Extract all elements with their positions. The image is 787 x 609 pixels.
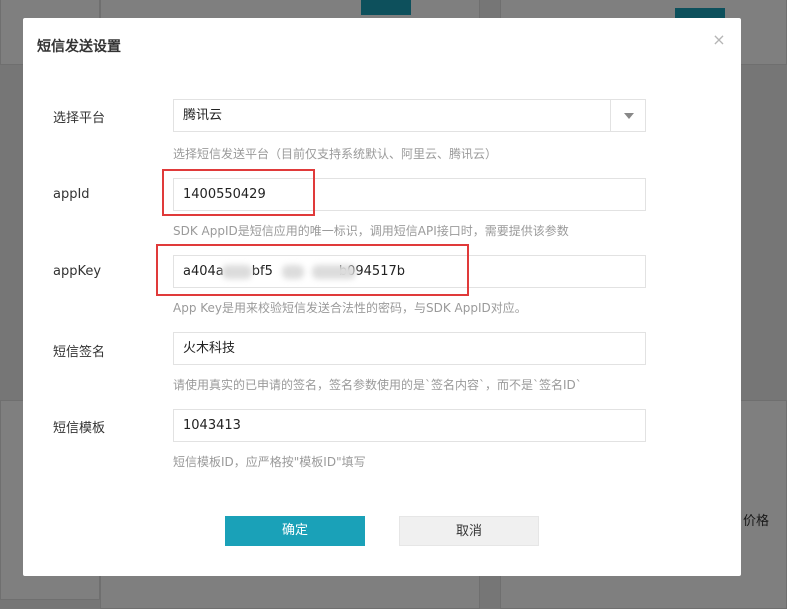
- appid-hint: SDK AppID是短信应用的唯一标识，调用短信API接口时，需要提供该参数: [173, 224, 569, 238]
- confirm-button[interactable]: 确定: [225, 516, 365, 546]
- platform-select-value: 腾讯云: [183, 108, 223, 123]
- platform-select[interactable]: 腾讯云: [173, 99, 646, 132]
- dropdown-toggle[interactable]: [610, 100, 645, 131]
- template-input[interactable]: 1043413: [173, 409, 646, 442]
- cancel-button[interactable]: 取消: [399, 516, 539, 546]
- appid-label: appId: [53, 187, 90, 202]
- template-hint: 短信模板ID，应严格按"模板ID"填写: [173, 455, 366, 469]
- appkey-hint: App Key是用来校验短信发送合法性的密码，与SDK AppID对应。: [173, 301, 527, 315]
- appkey-label: appKey: [53, 264, 102, 279]
- highlight-box: [162, 169, 315, 216]
- sign-value: 火木科技: [183, 341, 236, 356]
- template-label: 短信模板: [53, 421, 106, 436]
- sign-label: 短信签名: [53, 345, 106, 360]
- highlight-box: [156, 244, 469, 296]
- sign-hint: 请使用真实的已申请的签名，签名参数使用的是`签名内容`，而不是`签名ID`: [173, 378, 582, 392]
- sms-settings-dialog: 短信发送设置 × 选择平台 腾讯云 选择短信发送平台（目前仅支持系统默认、阿里云…: [23, 18, 741, 576]
- close-icon[interactable]: ×: [711, 32, 727, 48]
- sign-input[interactable]: 火木科技: [173, 332, 646, 365]
- dialog-title: 短信发送设置: [37, 39, 121, 55]
- template-value: 1043413: [183, 418, 241, 433]
- chevron-down-icon: [624, 113, 634, 119]
- platform-label: 选择平台: [53, 111, 106, 126]
- platform-hint: 选择短信发送平台（目前仅支持系统默认、阿里云、腾讯云）: [173, 147, 498, 161]
